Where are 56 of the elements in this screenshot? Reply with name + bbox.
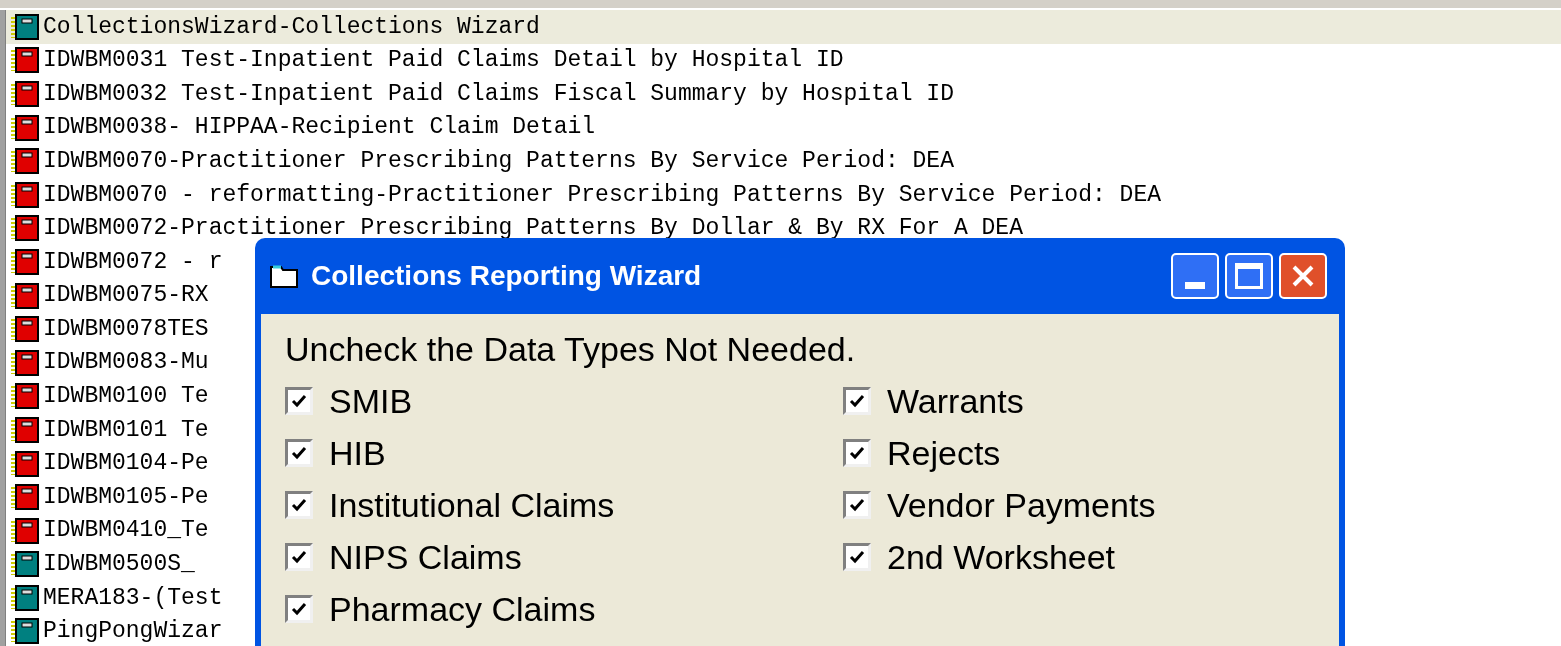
close-button[interactable] [1279,253,1327,299]
maximize-button[interactable] [1225,253,1273,299]
maximize-icon [1235,263,1263,289]
checkbox-label: HIB [329,432,386,474]
item-label: IDWBM0083-Mu [43,348,209,378]
item-label: IDWBM0078TES [43,314,209,344]
item-label: IDWBM0100 Te [43,382,209,412]
item-label: MERA183-(Test [43,583,223,613]
checkmark-icon [849,446,865,460]
checkbox-label: 2nd Worksheet [887,536,1116,578]
folder-icon [269,263,299,289]
checkmark-icon [291,446,307,460]
item-label: CollectionsWizard-Collections Wizard [43,12,540,42]
checkbox[interactable] [285,387,313,415]
instruction-text: Uncheck the Data Types Not Needed. [285,329,857,370]
item-label: IDWBM0072-Practitioner Prescribing Patterns By Dollar & By RX For A DEA [43,214,1023,244]
checkbox-label: NIPS Claims [329,536,522,578]
item-label: IDWBM0410_Te [43,516,209,546]
close-icon [1291,264,1315,288]
checkbox-label: Institutional Claims [329,484,615,526]
checkmark-icon [849,498,865,512]
minimize-icon [1185,282,1205,289]
item-label: IDWBM0101 Te [43,415,209,445]
item-label: IDWBM0031 Test-Inpatient Paid Claims Detail by Hospital ID [43,46,844,76]
checkbox[interactable] [285,491,313,519]
checkbox[interactable] [285,439,313,467]
item-label: PingPongWizar [43,617,223,646]
checkbox[interactable] [843,387,871,415]
item-label: IDWBM0070 - reformatting-Practitioner Prescribing Patterns By Service Period: DEA [43,180,1161,210]
item-label: IDWBM0104-Pe [43,449,209,479]
list-item[interactable]: CollectionsWizard-Collections Wizard [6,10,1561,44]
checkbox-label: Pharmacy Claims [329,588,596,630]
checkbox-label: Warrants [887,380,1024,422]
checkbox[interactable] [285,543,313,571]
checkbox-label: Rejects [887,432,1001,474]
window-title: Collections Reporting Wizard [311,259,703,293]
checkbox-label: Vendor Payments [887,484,1156,526]
checkbox-label: SMIB [329,380,413,422]
checkmark-icon [291,602,307,616]
item-label: IDWBM0075-RX [43,281,209,311]
checkbox[interactable] [843,543,871,571]
item-label: IDWBM0070-Practitioner Prescribing Patterns By Service Period: DEA [43,146,954,176]
checkmark-icon [291,498,307,512]
item-label: IDWBM0032 Test-Inpatient Paid Claims Fiscal Summary by Hospital ID [43,79,954,109]
checkbox[interactable] [285,595,313,623]
checkmark-icon [291,394,307,408]
checkmark-icon [849,550,865,564]
checkbox[interactable] [843,491,871,519]
item-label: IDWBM0072 - r [43,247,223,277]
item-label: IDWBM0105-Pe [43,482,209,512]
checkbox[interactable] [843,439,871,467]
item-label: IDWBM0500S_ [43,550,195,580]
minimize-button[interactable] [1171,253,1219,299]
item-label: IDWBM0038- HIPPAA-Recipient Claim Detail [43,113,596,143]
checkmark-icon [849,394,865,408]
checkmark-icon [291,550,307,564]
